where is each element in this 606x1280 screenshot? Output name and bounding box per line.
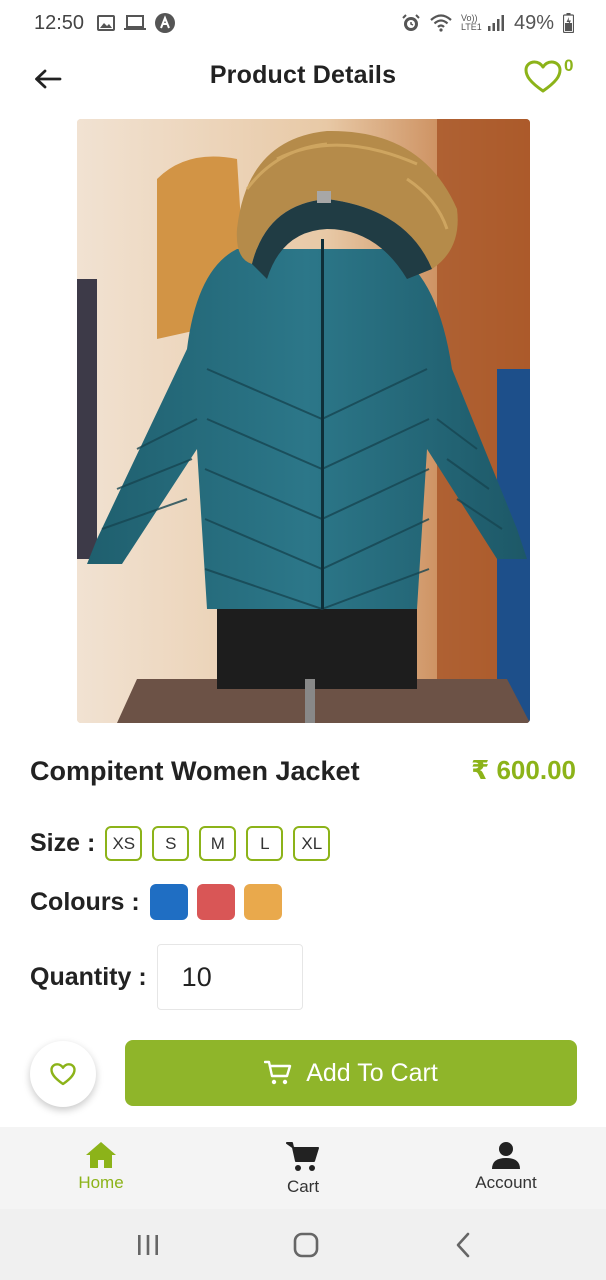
battery-icon <box>563 13 574 33</box>
recent-apps-button[interactable] <box>133 1231 163 1259</box>
nav-account[interactable]: Account <box>446 1141 566 1193</box>
page-title: Product Details <box>209 61 397 89</box>
battery-percent: 49% <box>513 11 554 34</box>
size-option-l[interactable]: L <box>246 826 284 861</box>
signal-icon: Vo)) LTE1 <box>461 14 505 32</box>
add-to-cart-button[interactable]: Add To Cart <box>125 1040 577 1106</box>
nav-cart[interactable]: Cart <box>243 1141 363 1197</box>
colour-swatch-red[interactable] <box>196 884 235 920</box>
home-circle-icon <box>293 1232 319 1258</box>
size-row: Size : XS S M L XL <box>30 826 340 861</box>
heart-icon <box>50 1062 76 1085</box>
quantity-label: Quantity : <box>30 962 147 991</box>
add-to-cart-label: Add To Cart <box>306 1058 438 1087</box>
size-option-s[interactable]: S <box>152 826 190 861</box>
size-option-m[interactable]: M <box>199 826 237 861</box>
app-header: Product Details 0 <box>0 46 606 110</box>
colour-swatch-blue[interactable] <box>149 884 188 920</box>
product-name: Compitent Women Jacket <box>30 756 360 786</box>
recent-apps-icon <box>138 1235 158 1255</box>
alarm-icon <box>401 13 421 33</box>
chevron-left-icon <box>456 1232 470 1258</box>
colour-row: Colours : <box>30 884 291 920</box>
size-option-xl[interactable]: XL <box>293 826 331 861</box>
bottom-nav: Home Cart Account <box>0 1127 606 1209</box>
status-time: 12:50 <box>34 11 85 34</box>
product-image <box>77 119 530 723</box>
app-a-icon <box>155 13 176 33</box>
status-right: Vo)) LTE1 49% <box>401 12 574 35</box>
wishlist-header-button[interactable]: 0 <box>522 56 582 100</box>
cart-icon <box>264 1060 292 1085</box>
wifi-icon <box>430 14 452 32</box>
colour-swatch-orange[interactable] <box>243 884 282 920</box>
home-icon <box>86 1142 116 1168</box>
wishlist-count-badge: 0 <box>564 56 574 75</box>
quantity-input[interactable] <box>156 944 303 1010</box>
size-option-xs[interactable]: XS <box>105 826 143 861</box>
quantity-row: Quantity : <box>30 944 303 1010</box>
account-icon <box>492 1142 520 1169</box>
nav-home-label: Home <box>78 1173 124 1192</box>
heart-icon <box>524 60 562 93</box>
system-home-button[interactable] <box>292 1231 320 1259</box>
size-label: Size : <box>30 829 96 857</box>
nav-home[interactable]: Home <box>41 1141 161 1193</box>
nav-account-label: Account <box>475 1173 537 1192</box>
system-back-button[interactable] <box>452 1231 474 1259</box>
cart-icon <box>286 1142 319 1171</box>
system-nav-bar <box>0 1209 606 1280</box>
carrier-label: Vo)) LTE1 <box>460 13 482 32</box>
gallery-icon <box>97 15 116 31</box>
nav-cart-label: Cart <box>286 1177 320 1196</box>
product-price: ₹ 600.00 <box>471 755 576 785</box>
laptop-icon <box>124 15 147 31</box>
colours-label: Colours : <box>30 887 140 916</box>
status-bar: 12:50 Vo)) LTE1 49% <box>0 0 606 46</box>
status-left: 12:50 <box>34 11 176 35</box>
add-to-wishlist-button[interactable] <box>30 1041 96 1107</box>
